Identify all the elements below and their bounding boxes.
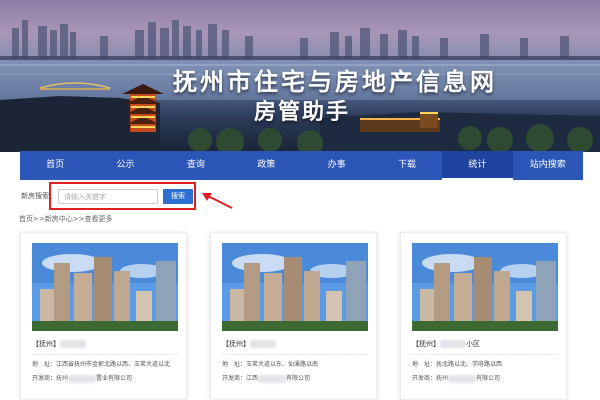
property-title[interactable]: 【抚州】 小区 (412, 339, 480, 349)
breadcrumb: 首页>>新房中心>>查看更多 (19, 215, 113, 223)
property-image (32, 243, 178, 331)
property-developer: 开发商：江西 有限公司 (222, 374, 311, 383)
property-card[interactable]: 【抚州】 小区 地 址：抚北路以北、学府路以西 开发商：抚州 有限公司 (400, 232, 567, 400)
arrow-left-icon (202, 193, 233, 209)
nav-publicity[interactable]: 公示 (90, 151, 160, 180)
nav-query[interactable]: 查询 (161, 151, 231, 180)
property-title[interactable]: 【抚州】 (222, 339, 276, 349)
property-address: 地 址：江西省抚州市金柅北路以西、玉茗大道以北 (32, 361, 171, 368)
site-subtitle: 房管助手 (253, 100, 350, 125)
nav-home[interactable]: 首页 (20, 151, 90, 180)
property-image (412, 243, 558, 331)
header-banner: 抚州市住宅与房地产信息网 房管助手 (0, 0, 600, 152)
property-developer: 开发商：抚州 有限公司 (412, 374, 501, 383)
search-highlight-box: 搜索 (49, 182, 196, 210)
nav-site-search[interactable]: 站内搜索 (513, 151, 583, 180)
search-label: 新房搜索 (21, 192, 49, 200)
nav-policy[interactable]: 政策 (231, 151, 301, 180)
main-nav: 首页 公示 查询 政策 办事 下载 统计 站内搜索 (20, 151, 583, 180)
divider (222, 354, 368, 355)
search-button[interactable]: 搜索 (163, 189, 193, 204)
property-image (222, 243, 368, 331)
property-address: 地 址：抚北路以北、学府路以西 (412, 361, 503, 368)
page: 抚州市住宅与房地产信息网 房管助手 首页 公示 查询 政策 办事 下载 统计 站… (0, 0, 600, 400)
nav-services[interactable]: 办事 (302, 151, 372, 180)
property-card[interactable]: 【抚州】 地 址：玉茗大道以东、仙溪路以南 开发商：江西 有限公司 (210, 232, 377, 400)
property-developer: 开发商：抚州 置业有限公司 (32, 374, 133, 383)
property-title[interactable]: 【抚州】 (32, 339, 86, 349)
site-title: 抚州市住宅与房地产信息网 (173, 68, 497, 96)
search-input[interactable] (58, 189, 158, 204)
property-card[interactable]: 【抚州】 地 址：江西省抚州市金柅北路以西、玉茗大道以北 开发商：抚州 置业有限公… (20, 232, 187, 400)
divider (412, 354, 558, 355)
divider (32, 354, 178, 355)
property-address: 地 址：玉茗大道以东、仙溪路以南 (222, 361, 319, 368)
nav-statistics[interactable]: 统计 (442, 151, 513, 180)
nav-download[interactable]: 下载 (372, 151, 442, 180)
